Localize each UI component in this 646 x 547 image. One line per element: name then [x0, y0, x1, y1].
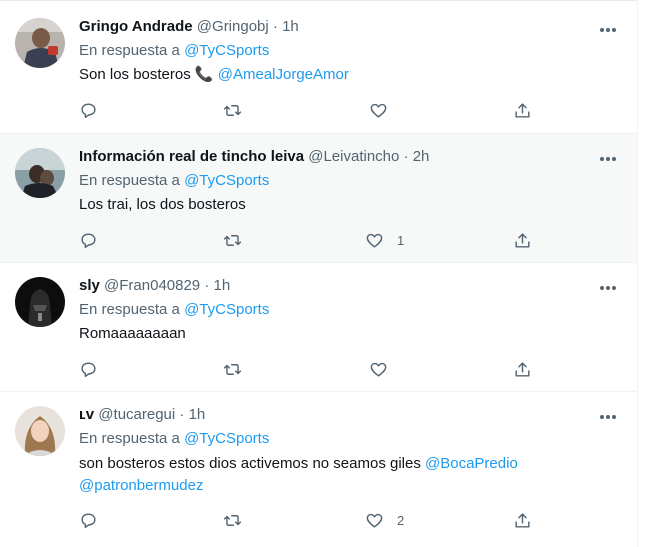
like-icon	[370, 362, 387, 377]
author-handle[interactable]: @Gringobj	[197, 18, 269, 35]
replying-to-label: En respuesta a	[79, 301, 180, 318]
reply-button[interactable]	[79, 230, 98, 250]
timestamp[interactable]: 1h	[214, 277, 231, 294]
share-icon	[515, 512, 530, 528]
reply-tweet[interactable]: Información real de tincho leiva @Leivat…	[0, 134, 637, 263]
reply-button[interactable]	[79, 510, 98, 530]
divider	[0, 0, 637, 1]
retweet-icon	[223, 234, 242, 246]
like-button[interactable]: 2	[365, 510, 404, 530]
timestamp[interactable]: 2h	[413, 148, 430, 165]
replies-feed: Gringo Andrade @Gringobj · 1h En respues…	[0, 0, 638, 547]
tweet-text: Son los bosteros 📞	[79, 66, 214, 83]
replying-to-mention[interactable]: @TyCSports	[184, 301, 269, 318]
more-icon[interactable]	[597, 280, 619, 296]
reply-button[interactable]	[79, 100, 98, 120]
retweet-icon	[223, 104, 242, 116]
share-button[interactable]	[513, 359, 532, 379]
author-name[interactable]: sly	[79, 277, 100, 294]
tweet-text: son bosteros estos dios activemos no sea…	[79, 455, 421, 472]
author-handle[interactable]: @tucaregui	[98, 406, 175, 423]
retweet-button[interactable]	[223, 100, 242, 120]
action-bar: 2	[79, 510, 539, 530]
author-handle[interactable]: @Fran040829	[104, 277, 200, 294]
reply-button[interactable]	[79, 359, 98, 379]
reply-tweet[interactable]: Gringo Andrade @Gringobj · 1h En respues…	[0, 5, 637, 134]
retweet-icon	[223, 363, 242, 375]
reply-icon	[81, 361, 96, 377]
reply-icon	[81, 232, 96, 248]
share-button[interactable]	[513, 510, 532, 530]
share-icon	[515, 102, 530, 118]
like-count: 1	[397, 232, 405, 248]
separator-dot: ·	[204, 277, 210, 294]
retweet-icon	[223, 514, 242, 526]
more-icon[interactable]	[597, 409, 619, 425]
share-button[interactable]	[513, 100, 532, 120]
reply-icon	[81, 512, 96, 528]
replying-to-label: En respuesta a	[79, 42, 180, 59]
action-bar	[79, 359, 539, 379]
like-icon	[366, 233, 383, 248]
tweet-mention[interactable]: @BocaPredio	[425, 455, 518, 472]
like-icon	[366, 513, 383, 528]
separator-dot: ·	[272, 18, 278, 35]
tweet-text: Los trai, los dos bosteros	[79, 196, 246, 213]
like-button[interactable]	[369, 100, 401, 120]
tweet-text: Romaaaaaaaan	[79, 325, 186, 342]
avatar[interactable]	[15, 406, 65, 456]
timestamp[interactable]: 1h	[282, 18, 299, 35]
retweet-button[interactable]	[223, 359, 242, 379]
retweet-button[interactable]	[223, 510, 242, 530]
separator-dot: ·	[403, 148, 409, 165]
reply-tweet[interactable]: sly @Fran040829 · 1h En respuesta a @TyC…	[0, 263, 637, 392]
replying-to-mention[interactable]: @TyCSports	[184, 430, 269, 447]
avatar[interactable]	[15, 18, 65, 68]
timestamp[interactable]: 1h	[189, 406, 206, 423]
author-name[interactable]: Gringo Andrade	[79, 18, 193, 35]
author-name[interactable]: Información real de tincho leiva	[79, 148, 304, 165]
separator-dot: ·	[179, 406, 185, 423]
replying-to-mention[interactable]: @TyCSports	[184, 42, 269, 59]
like-count: 2	[397, 512, 405, 528]
reply-tweet[interactable]: ʟv @tucaregui · 1h En respuesta a @TyCSp…	[0, 392, 637, 547]
more-icon[interactable]	[597, 151, 619, 167]
share-icon	[515, 361, 530, 377]
replying-to-label: En respuesta a	[79, 172, 180, 189]
more-icon[interactable]	[597, 22, 619, 38]
like-button[interactable]	[369, 359, 401, 379]
retweet-button[interactable]	[223, 230, 242, 250]
like-button[interactable]: 1	[365, 230, 404, 250]
replying-to-label: En respuesta a	[79, 430, 180, 447]
avatar[interactable]	[15, 148, 65, 198]
like-icon	[370, 103, 387, 118]
share-icon	[515, 232, 530, 248]
author-name[interactable]: ʟv	[79, 406, 94, 423]
reply-icon	[81, 102, 96, 118]
author-handle[interactable]: @Leivatincho	[308, 148, 399, 165]
share-button[interactable]	[513, 230, 532, 250]
replying-to-mention[interactable]: @TyCSports	[184, 172, 269, 189]
tweet-mention[interactable]: @patronbermudez	[79, 477, 203, 494]
tweet-mention[interactable]: @AmealJorgeAmor	[218, 66, 349, 83]
action-bar: 1	[79, 230, 539, 250]
action-bar	[79, 100, 539, 120]
avatar[interactable]	[15, 277, 65, 327]
